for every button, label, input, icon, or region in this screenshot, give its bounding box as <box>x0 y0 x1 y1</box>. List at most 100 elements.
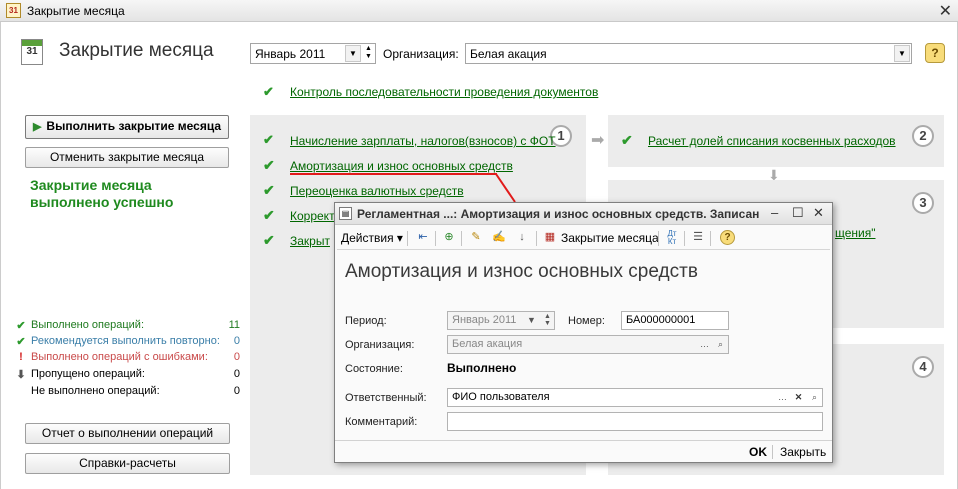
exclamation-icon: ! <box>19 351 23 363</box>
debit-credit-icon[interactable]: Дт Кт <box>664 230 680 246</box>
search-icon[interactable]: ⌕ <box>807 390 822 405</box>
close-month-toolbar-button[interactable]: Закрытие месяца <box>561 230 659 247</box>
operation-link-closing[interactable]: Закрыт <box>290 234 330 248</box>
stat-count: 0 <box>233 351 240 363</box>
operation-link-depreciation[interactable]: Амортизация и износ основных средств <box>290 159 513 173</box>
toolbar-separator <box>435 231 436 246</box>
dialog-toolbar: Действия ▾ ⇤ ⊕ ✎ ✍ ↓ ▦ Закрытие месяца Д… <box>337 227 830 250</box>
play-icon: ▶ <box>32 121 42 133</box>
window-title: Закрытие месяца <box>27 4 125 18</box>
dialog-period-value: Январь 2011 <box>452 314 517 326</box>
add-icon[interactable]: ⊕ <box>441 230 457 246</box>
check-icon: ✔ <box>621 132 633 148</box>
stat-count: 0 <box>233 385 240 397</box>
org-field[interactable]: Белая акация ▼ <box>465 43 912 64</box>
dialog-org-field: Белая акация … ⌕ <box>447 335 729 354</box>
stat-label: Рекомендуется выполнить повторно: <box>31 335 220 347</box>
operations-report-button[interactable]: Отчет о выполнении операций <box>25 423 230 444</box>
stat-row: ✔ Выполнено операций: 11 <box>15 319 240 335</box>
check-icon: ✔ <box>263 232 275 248</box>
ellipsis-icon[interactable]: … <box>775 390 790 405</box>
maximize-icon[interactable]: ☐ <box>792 205 804 221</box>
run-button-label: Выполнить закрытие месяца <box>46 119 222 133</box>
page-title: Закрытие месяца <box>59 40 214 61</box>
cancel-close-month-button[interactable]: Отменить закрытие месяца <box>25 147 229 168</box>
stat-label: Выполнено операций с ошибками: <box>31 351 208 363</box>
check-pencil-icon: ✔ <box>263 84 274 99</box>
stat-row: ✔ Рекомендуется выполнить повторно: 0 <box>15 335 240 351</box>
post-and-close-icon[interactable]: ⇤ <box>415 230 431 246</box>
clear-icon[interactable]: ✕ <box>791 390 806 405</box>
comment-field[interactable] <box>447 412 823 431</box>
org-label: Организация: <box>345 339 415 351</box>
stat-label: Выполнено операций: <box>31 319 145 331</box>
spinner-icon: ▲ ▼ <box>544 313 551 327</box>
toolbar-separator <box>461 231 462 246</box>
document-icon: ▤ <box>339 207 352 220</box>
period-label: Период: <box>345 315 387 327</box>
footer-separator <box>772 445 773 459</box>
number-label: Номер: <box>568 315 605 327</box>
dialog-titlebar: ▤ Регламентная ...: Амортизация и износ … <box>335 203 832 225</box>
check-icon: ✔ <box>263 207 275 223</box>
minimize-icon[interactable]: – <box>771 205 778 220</box>
calendar-icon[interactable]: ▦ <box>542 230 558 246</box>
depreciation-dialog: ▤ Регламентная ...: Амортизация и износ … <box>334 202 833 463</box>
arrow-down-icon[interactable]: ↓ <box>514 230 530 246</box>
step-number-4: 4 <box>912 356 934 378</box>
unpost-icon[interactable]: ✍ <box>491 230 507 246</box>
operation-link-currency[interactable]: Переоценка валютных средств <box>290 184 464 198</box>
check-icon: ✔ <box>263 182 275 198</box>
responsible-field[interactable]: ФИО пользователя … ✕ ⌕ <box>447 388 823 407</box>
calculations-button[interactable]: Справки-расчеты <box>25 453 230 474</box>
stat-count: 11 <box>228 319 240 331</box>
operation-link-correction[interactable]: Коррект <box>290 209 335 223</box>
arrow-down-icon: ⬇ <box>16 369 26 381</box>
control-sequence-link[interactable]: Контроль последовательности проведения д… <box>290 85 598 99</box>
chevron-down-icon[interactable]: ▼ <box>345 45 361 62</box>
help-icon[interactable]: ? <box>720 230 735 245</box>
operation-link-partial[interactable]: щения" <box>835 226 876 240</box>
toolbar-separator <box>658 231 659 246</box>
red-annotation-line <box>290 173 497 175</box>
ok-button[interactable]: OK <box>749 445 767 459</box>
help-button[interactable]: ? <box>925 43 945 63</box>
window-titlebar: 31 Закрытие месяца ✕ <box>0 0 958 22</box>
toolbar-separator <box>684 231 685 246</box>
dialog-org-value: Белая акация <box>452 338 523 350</box>
state-value: Выполнено <box>447 361 517 375</box>
dialog-title: Регламентная ...: Амортизация и износ ос… <box>357 207 760 221</box>
stat-row: ! Выполнено операций с ошибками: 0 <box>15 351 240 367</box>
dialog-period-field: Январь 2011 ▼ ▲ ▼ <box>447 311 555 330</box>
stat-label: Пропущено операций: <box>31 368 145 380</box>
close-button[interactable]: Закрыть <box>780 445 826 459</box>
toolbar-separator <box>710 231 711 246</box>
check-icon: ✔ <box>263 157 275 173</box>
number-field[interactable]: БА000000001 <box>621 311 729 330</box>
comment-label: Комментарий: <box>345 416 418 428</box>
chevron-down-icon[interactable]: ▼ <box>894 45 910 62</box>
arrow-right-icon: ➡ <box>591 132 605 149</box>
dialog-heading: Амортизация и износ основных средств <box>345 261 698 282</box>
window-close-icon[interactable]: ✕ <box>939 1 952 21</box>
dialog-footer: OK Закрыть <box>335 440 832 462</box>
close-icon[interactable]: ✕ <box>813 205 824 221</box>
period-value: Январь 2011 <box>255 47 326 61</box>
check-icon: ✔ <box>16 320 26 332</box>
operation-link-payroll[interactable]: Начисление зарплаты, налогов(взносов) с … <box>290 134 556 148</box>
main-area: 31 Закрытие месяца Январь 2011 ▼ ▲ ▼ Орга… <box>0 22 958 489</box>
red-annotation-pointer <box>495 173 516 203</box>
chevron-down-icon: ▼ <box>527 315 536 325</box>
post-icon[interactable]: ✎ <box>468 230 484 246</box>
operation-link-indirect-costs[interactable]: Расчет долей списания косвенных расходов <box>648 134 896 148</box>
org-label: Организация: <box>383 47 459 61</box>
step-number-2: 2 <box>912 125 934 147</box>
check-pencil-icon: ✔ <box>263 132 274 147</box>
ellipsis-icon: … <box>700 339 709 349</box>
responsible-value: ФИО пользователя <box>452 391 550 403</box>
run-close-month-button[interactable]: ▶ Выполнить закрытие месяца <box>25 115 229 139</box>
spinner-icon[interactable]: ▲ ▼ <box>363 45 374 62</box>
list-icon[interactable]: ☰ <box>690 230 706 246</box>
actions-menu[interactable]: Действия ▾ <box>341 230 403 247</box>
period-field[interactable]: Январь 2011 ▼ ▲ ▼ <box>250 43 376 64</box>
